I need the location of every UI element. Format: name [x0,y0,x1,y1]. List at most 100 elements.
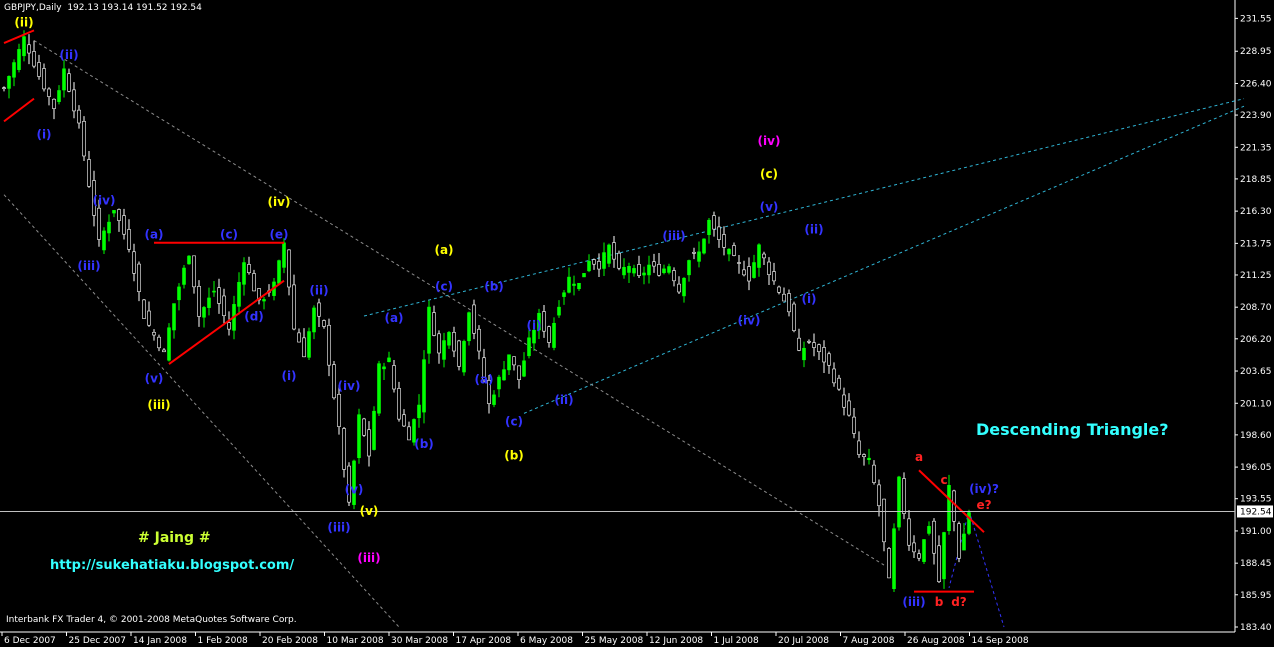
candle-body [52,98,56,109]
y-tick-label: 211.25 [1240,271,1272,281]
y-tick-label: 201.10 [1240,399,1272,409]
candle-body [182,267,186,285]
candle-body [237,282,241,307]
candle-body [507,354,511,371]
candle-body [767,261,771,275]
wave-label: (a) [434,243,453,257]
candle-body [2,87,6,89]
x-tick-label: 1 Jul 2008 [714,636,759,646]
candle-body [722,234,726,248]
wave-label: (v) [360,504,379,518]
candle-body [102,230,106,251]
candle-body [792,303,796,331]
wave-label: (a) [144,228,163,242]
y-tick-label: 213.75 [1240,239,1272,249]
candle-body [212,290,216,293]
wave-label: (b) [504,449,524,463]
candle-body [297,332,301,343]
candle-body [542,311,546,332]
y-tick-label: 216.30 [1240,207,1272,217]
candle-body [692,251,696,254]
candle-body [447,332,451,346]
wave-label: (iv) [338,379,361,393]
candle-body [307,331,311,358]
candle-body [397,388,401,420]
wave-label: (iv) [268,195,291,209]
wave-label: (v) [145,371,164,385]
candle-body [517,365,521,380]
wave-label: (i) [281,369,296,383]
wave-label: (ii) [554,393,573,407]
candle-body [252,273,256,292]
candle-body [587,260,591,272]
candle-body [737,262,741,264]
candle-body [12,62,16,78]
candle-body [472,304,476,334]
candle-body [27,44,31,54]
candle-body [202,307,206,318]
candle-body [457,340,461,367]
wave-label: (b) [484,280,504,294]
candle-body [282,242,286,268]
ohlc-values: 192.13 193.14 191.52 192.54 [67,3,202,13]
candle-body [317,302,321,317]
candle-body [67,73,71,92]
y-tick-label: 188.45 [1240,559,1272,569]
candle-body [602,252,606,269]
candle-body [62,68,66,91]
candle-body [807,340,811,343]
candle-body [247,264,251,274]
y-tick-label: 218.85 [1240,175,1272,185]
wave-label: (i) [36,127,51,141]
candle-body [277,260,281,284]
wave-label: e? [976,498,991,512]
candle-body [957,523,961,559]
wave-label: (v) [760,200,779,214]
candle-body [157,336,161,349]
candle-body [572,283,576,286]
candle-body [117,209,121,221]
candle-body [562,292,566,297]
candle-body [547,326,551,343]
wave-label: (a) [384,311,403,325]
y-tick-label: 196.05 [1240,463,1272,473]
candle-body [707,219,711,235]
candle-body [702,238,706,254]
candle-body [867,457,871,461]
candle-body [567,276,571,293]
x-tick-label: 6 Dec 2007 [4,636,56,646]
candle-body [942,532,946,580]
wave-label: (ii) [309,283,328,297]
candle-body [217,287,221,304]
wave-label: (i) [801,292,816,306]
candle-body [107,221,111,234]
candle-body [362,418,366,436]
candle-body [357,414,361,459]
x-tick-label: 14 Jan 2008 [133,636,187,646]
wave-label: (ii) [804,223,823,237]
candle-body [877,484,881,507]
candle-body [227,322,231,330]
candle-body [147,310,151,326]
candle-body [627,266,631,273]
candle-body [42,68,46,90]
candle-body [452,332,456,352]
candle-body [242,262,246,285]
candle-body [897,476,901,528]
candle-body [752,262,756,278]
candle-body [502,369,506,381]
wave-label: (ii) [59,48,78,62]
candle-body [662,268,666,274]
candle-body [22,36,26,57]
candle-body [302,337,306,358]
candle-body [7,76,11,89]
candle-body [287,249,291,288]
candle-body [817,344,821,353]
candle-body [142,299,146,319]
x-tick-label: 26 Aug 2008 [907,636,965,646]
candle-body [407,426,411,441]
candle-body [742,269,746,276]
candle-body [262,299,266,302]
wave-label: (d) [244,309,264,323]
candle-body [162,349,166,353]
